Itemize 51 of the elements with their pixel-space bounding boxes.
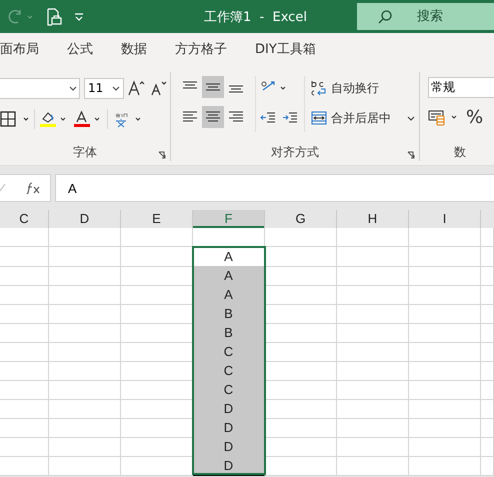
font-size-field[interactable]: 11 <box>84 78 124 98</box>
table-cell: D <box>193 418 265 438</box>
merge-cells-icon <box>311 111 327 125</box>
enter-check-icon[interactable] <box>0 183 6 193</box>
decrease-font-size-icon[interactable] <box>150 80 168 96</box>
borders-icon[interactable] <box>0 111 30 127</box>
chevron-down-icon <box>112 86 120 90</box>
ribbon-tab[interactable]: DIY工具箱 <box>255 40 316 60</box>
search-field[interactable]: 搜索 <box>356 3 494 30</box>
align-lines-icon <box>182 110 198 124</box>
ribbon-tab[interactable]: 方方格子 <box>175 40 227 60</box>
wrap-text-icon <box>311 79 327 97</box>
insert-function-icon[interactable] <box>26 182 42 194</box>
align-lines-icon <box>205 110 221 124</box>
table-cell: D <box>193 399 265 419</box>
search-icon <box>376 8 393 24</box>
group-label: 字体 <box>73 144 97 160</box>
formula-input[interactable]: A <box>55 174 494 202</box>
table-cell: C <box>193 380 265 400</box>
align-lines-icon <box>228 110 244 124</box>
chevron-down-icon[interactable] <box>407 116 415 120</box>
group-label: 对齐方式 <box>271 144 319 160</box>
vertical-align-button[interactable] <box>202 76 224 98</box>
dialog-launcher-icon[interactable] <box>407 151 415 159</box>
table-cell: A <box>193 285 265 305</box>
font-name-field[interactable] <box>0 78 80 98</box>
table-cell: C <box>193 342 265 362</box>
horizontal-align-button[interactable] <box>202 106 224 128</box>
ribbon-tab[interactable]: 面布局 <box>0 40 39 60</box>
increase-indent-icon[interactable] <box>282 111 298 125</box>
table-cell: A <box>193 266 265 286</box>
ribbon-tab[interactable]: 数据 <box>121 40 147 60</box>
increase-font-size-icon[interactable] <box>128 80 146 96</box>
search-input[interactable]: 搜索 <box>414 8 494 25</box>
wrap-text-button[interactable]: 自动换行 <box>311 76 415 100</box>
table-cell: B <box>193 323 265 343</box>
number-format-field[interactable]: 常规 <box>428 77 494 98</box>
column-header[interactable]: F <box>193 210 265 228</box>
ribbon-tab[interactable]: 公式 <box>67 40 93 60</box>
chevron-down-icon <box>69 86 77 90</box>
customize-dropdown-icon[interactable] <box>74 12 84 20</box>
table-cell: B <box>193 304 265 324</box>
decrease-indent-icon[interactable] <box>260 111 276 125</box>
group-label: 数 <box>454 144 466 160</box>
print-preview-icon[interactable] <box>46 8 62 26</box>
window-title: 工作簿1 - Excel <box>204 8 307 26</box>
table-cell: D <box>193 437 265 457</box>
table-cell: C <box>193 361 265 381</box>
merge-center-button[interactable]: 合并后居中 <box>311 106 415 130</box>
percent-style-button[interactable]: % <box>466 106 484 128</box>
dialog-launcher-icon[interactable] <box>158 151 166 159</box>
